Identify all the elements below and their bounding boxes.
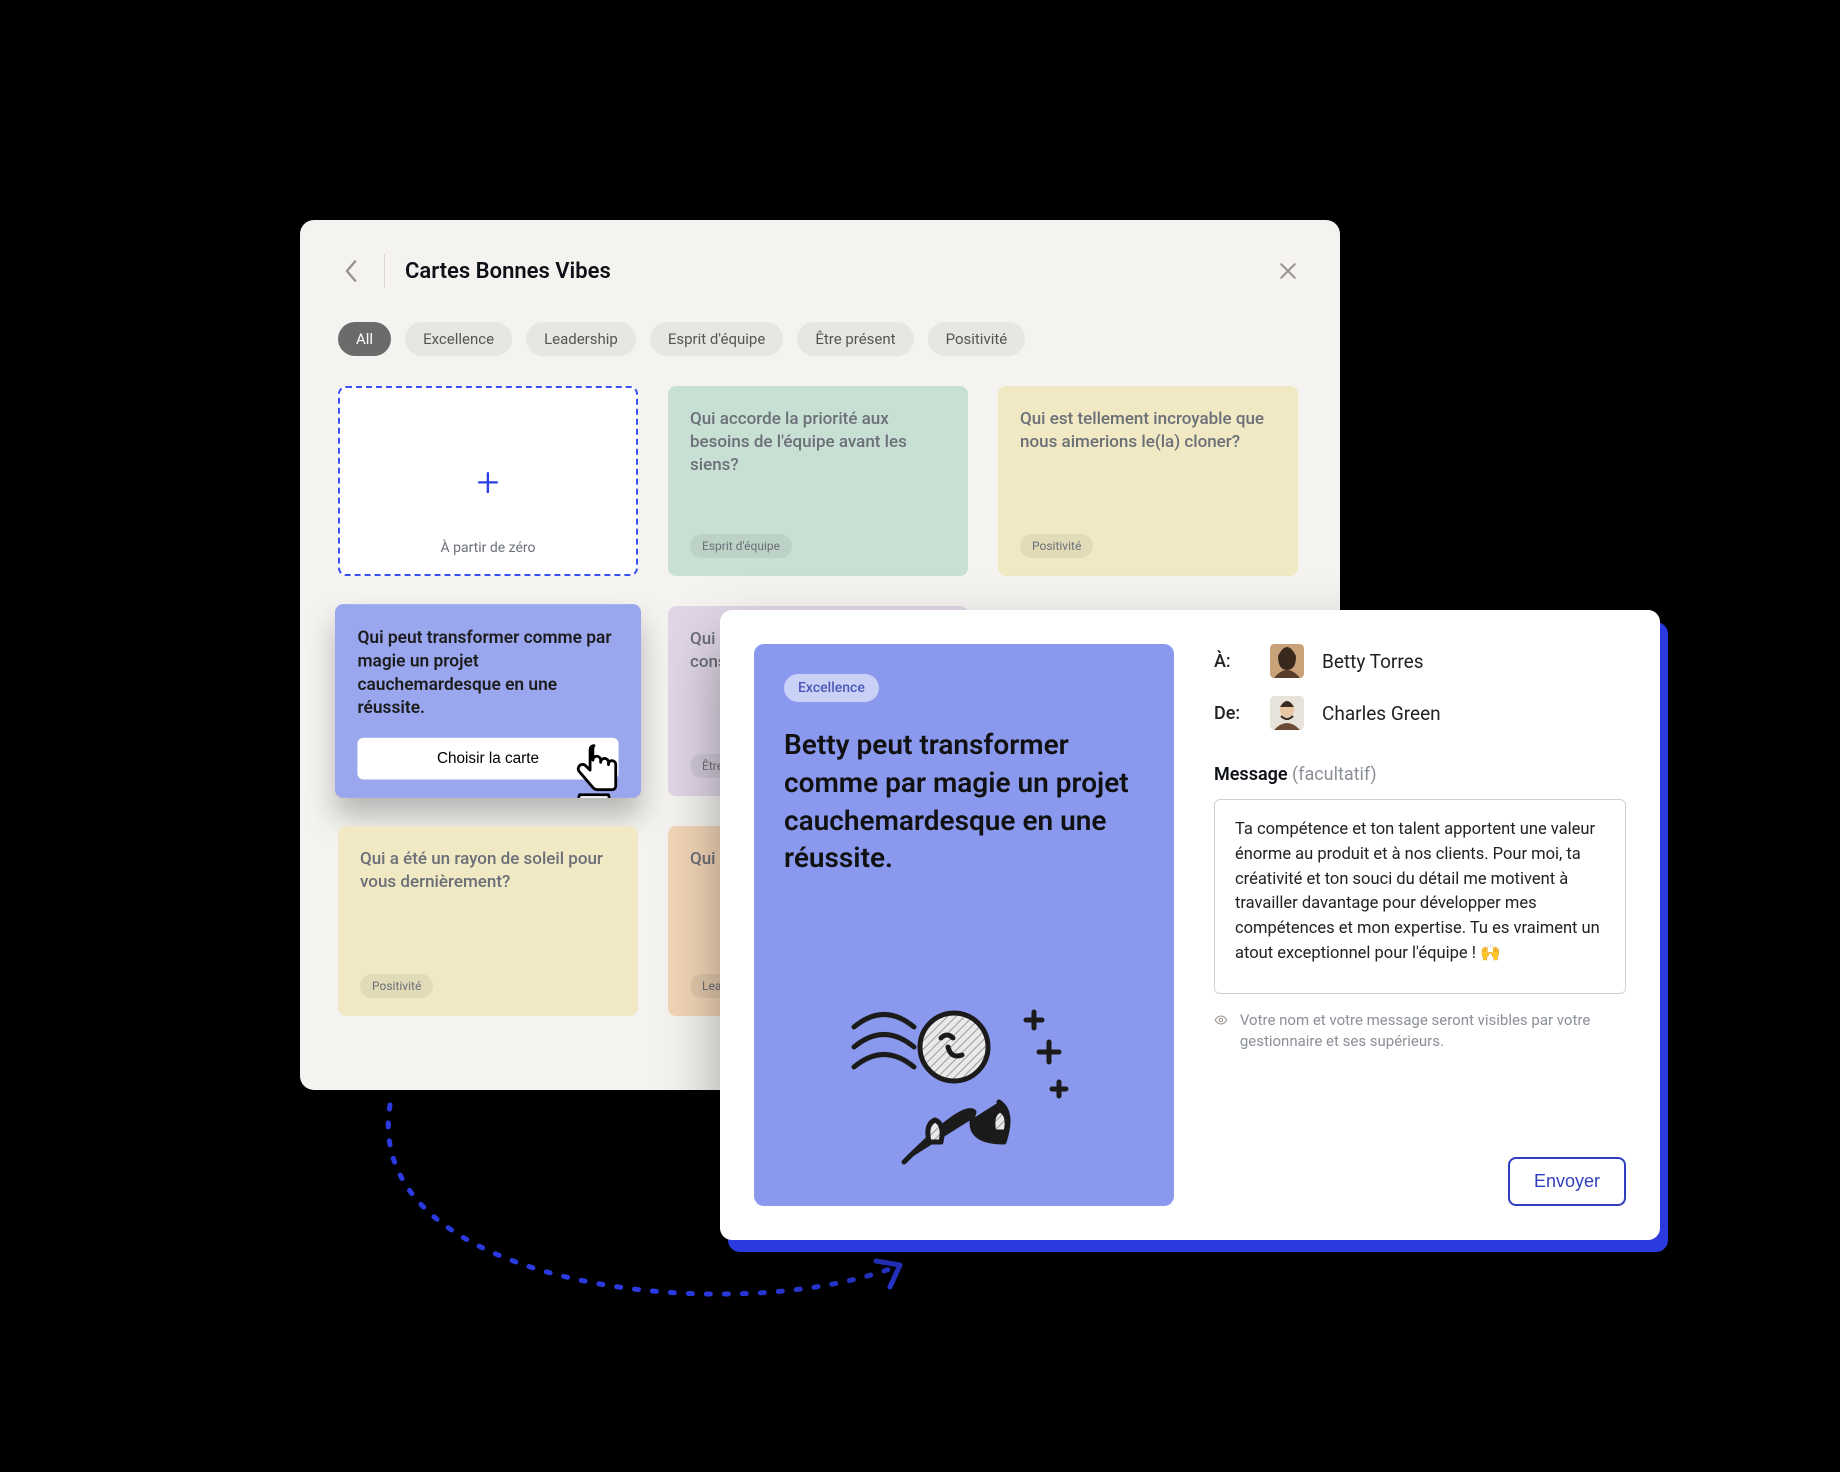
card-text: Qui accorde la priorité aux besoins de l… xyxy=(690,408,946,477)
filter-chip-esprit[interactable]: Esprit d'équipe xyxy=(650,322,783,356)
sender-name: Charles Green xyxy=(1322,702,1441,725)
recipient-name: Betty Torres xyxy=(1322,650,1424,673)
to-label: À: xyxy=(1214,651,1252,672)
back-button[interactable] xyxy=(338,258,364,284)
selected-card-preview: Excellence Betty peut transformer comme … xyxy=(754,644,1174,1206)
card-text: Qui a été un rayon de soleil pour vous d… xyxy=(360,848,616,894)
from-label: De: xyxy=(1214,703,1252,724)
card-item[interactable]: Qui accorde la priorité aux besoins de l… xyxy=(668,386,968,576)
compose-form: À: Betty Torres De: Charles Green Messag… xyxy=(1214,644,1626,1206)
avatar xyxy=(1270,644,1304,678)
chevron-left-icon xyxy=(344,260,358,282)
new-card-tile[interactable]: + À partir de zéro xyxy=(338,386,638,576)
message-optional: (facultatif) xyxy=(1292,764,1377,785)
panel-title: Cartes Bonnes Vibes xyxy=(405,259,1254,284)
new-card-label: À partir de zéro xyxy=(440,540,535,556)
header-separator xyxy=(384,254,385,288)
filter-chip-excellence[interactable]: Excellence xyxy=(405,322,512,356)
compose-modal: Excellence Betty peut transformer comme … xyxy=(720,610,1660,1240)
selected-card-headline: Betty peut transformer comme par magie u… xyxy=(784,726,1144,877)
card-item-selected[interactable]: Qui peut transformer comme par magie un … xyxy=(335,604,641,798)
message-label: Message (facultatif) xyxy=(1214,764,1626,785)
card-item[interactable]: Qui est tellement incroyable que nous ai… xyxy=(998,386,1298,576)
card-text: Qui est tellement incroyable que nous ai… xyxy=(1020,408,1276,454)
thumbs-up-illustration xyxy=(844,992,1084,1182)
send-button[interactable]: Envoyer xyxy=(1508,1157,1626,1206)
message-textarea[interactable]: Ta compétence et ton talent apportent un… xyxy=(1214,799,1626,994)
panel-header: Cartes Bonnes Vibes xyxy=(338,254,1302,288)
card-tag: Esprit d'équipe xyxy=(690,534,792,558)
close-button[interactable] xyxy=(1274,257,1302,285)
visibility-note: Votre nom et votre message seront visibl… xyxy=(1214,1010,1626,1052)
close-icon xyxy=(1279,262,1297,280)
filter-chip-leadership[interactable]: Leadership xyxy=(526,322,636,356)
plus-icon: + xyxy=(477,463,500,503)
visibility-text: Votre nom et votre message seront visibl… xyxy=(1240,1010,1626,1052)
card-tag: Positivité xyxy=(1020,534,1093,558)
avatar xyxy=(1270,696,1304,730)
filter-chip-all[interactable]: All xyxy=(338,322,391,356)
filter-chip-positivite[interactable]: Positivité xyxy=(928,322,1026,356)
filter-chip-row: All Excellence Leadership Esprit d'équip… xyxy=(338,322,1302,356)
message-label-text: Message xyxy=(1214,764,1288,785)
card-item[interactable]: Qui a été un rayon de soleil pour vous d… xyxy=(338,826,638,1016)
card-tag: Positivité xyxy=(360,974,433,998)
filter-chip-etre-present[interactable]: Être présent xyxy=(797,322,913,356)
sender-row: De: Charles Green xyxy=(1214,696,1626,730)
card-text: Qui peut transformer comme par magie un … xyxy=(357,627,618,721)
eye-icon xyxy=(1214,1010,1228,1030)
selected-card-tag: Excellence xyxy=(784,674,879,702)
recipient-row: À: Betty Torres xyxy=(1214,644,1626,678)
choose-card-button[interactable]: Choisir la carte xyxy=(357,738,618,780)
